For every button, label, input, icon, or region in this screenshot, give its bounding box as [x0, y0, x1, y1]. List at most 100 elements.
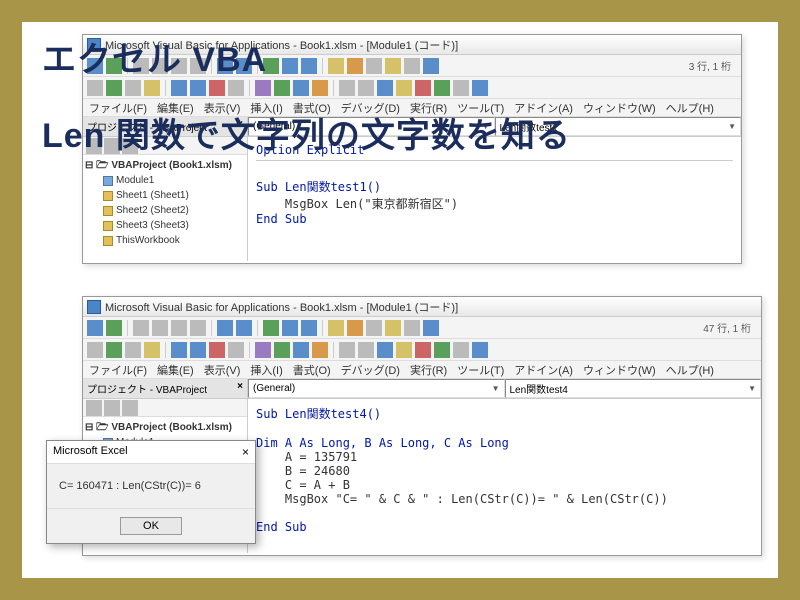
- tool-icon[interactable]: [190, 342, 206, 358]
- tool-icon[interactable]: [293, 342, 309, 358]
- tool-icon[interactable]: [472, 80, 488, 96]
- project-root[interactable]: VBAProject (Book1.xlsm): [111, 160, 232, 171]
- menu-run[interactable]: 実行(R): [410, 362, 447, 378]
- tool-icon[interactable]: [190, 80, 206, 96]
- tool-icon[interactable]: [339, 80, 355, 96]
- tool-icon[interactable]: [255, 342, 271, 358]
- design-icon[interactable]: [328, 320, 344, 336]
- project-root[interactable]: VBAProject (Book1.xlsm): [111, 422, 232, 433]
- tool-icon[interactable]: [228, 342, 244, 358]
- tree-item[interactable]: Module1: [116, 173, 154, 188]
- tool-icon[interactable]: [434, 80, 450, 96]
- tool-icon[interactable]: [274, 80, 290, 96]
- props-icon[interactable]: [366, 58, 382, 74]
- menu-debug[interactable]: デバッグ(D): [341, 362, 400, 378]
- object-dropdown[interactable]: (General)▼: [248, 379, 505, 398]
- toolbox-icon[interactable]: [404, 320, 420, 336]
- menu-format[interactable]: 書式(O): [293, 362, 331, 378]
- copy-icon[interactable]: [171, 320, 187, 336]
- tool-icon[interactable]: [106, 80, 122, 96]
- menu-tools[interactable]: ツール(T): [457, 362, 504, 378]
- sheet-icon: [103, 221, 113, 231]
- chevron-down-icon: ▼: [492, 384, 500, 393]
- menu-file[interactable]: ファイル(F): [89, 362, 147, 378]
- menu-edit[interactable]: 編集(E): [157, 362, 194, 378]
- tool-icon[interactable]: [358, 80, 374, 96]
- module-icon: [103, 176, 113, 186]
- tree-item[interactable]: Sheet1 (Sheet1): [116, 188, 189, 203]
- project-tree-1: ⊟ 🗁 VBAProject (Book1.xlsm) Module1 Shee…: [83, 155, 247, 251]
- help-icon[interactable]: [423, 58, 439, 74]
- tool-icon[interactable]: [358, 342, 374, 358]
- tool-icon[interactable]: [396, 342, 412, 358]
- help-icon[interactable]: [423, 320, 439, 336]
- tool-icon[interactable]: [144, 80, 160, 96]
- tool-icon[interactable]: [472, 342, 488, 358]
- tool-icon[interactable]: [255, 80, 271, 96]
- tree-item[interactable]: Sheet2 (Sheet2): [116, 203, 189, 218]
- menu-view[interactable]: 表示(V): [204, 362, 241, 378]
- tool-icon[interactable]: [377, 80, 393, 96]
- tool-icon[interactable]: [293, 80, 309, 96]
- tool-icon[interactable]: [87, 320, 103, 336]
- view-code-icon[interactable]: [86, 400, 102, 416]
- reset-icon[interactable]: [301, 58, 317, 74]
- message-box: Microsoft Excel × C= 160471 : Len(CStr(C…: [46, 440, 256, 544]
- tool-icon[interactable]: [171, 342, 187, 358]
- tool-icon[interactable]: [274, 342, 290, 358]
- tool-icon[interactable]: [228, 80, 244, 96]
- save-icon[interactable]: [133, 320, 149, 336]
- undo-icon[interactable]: [217, 320, 233, 336]
- tool-icon[interactable]: [106, 342, 122, 358]
- folder-icon[interactable]: [122, 400, 138, 416]
- paste-icon[interactable]: [190, 320, 206, 336]
- menu-window[interactable]: ウィンドウ(W): [583, 100, 656, 116]
- tool-icon[interactable]: [415, 80, 431, 96]
- tool-icon[interactable]: [87, 80, 103, 96]
- overlay-title-2: Len 関数で文字列の文字数を知る: [42, 108, 571, 157]
- code-editor-2[interactable]: Sub Len関数test4() Dim A As Long, B As Lon…: [248, 399, 761, 553]
- design-icon[interactable]: [328, 58, 344, 74]
- excel-icon[interactable]: [106, 320, 122, 336]
- project-icon[interactable]: [347, 320, 363, 336]
- close-icon[interactable]: ×: [242, 445, 249, 459]
- tool-icon[interactable]: [144, 342, 160, 358]
- tool-icon[interactable]: [453, 80, 469, 96]
- cut-icon[interactable]: [152, 320, 168, 336]
- run-icon[interactable]: [263, 320, 279, 336]
- object-icon[interactable]: [385, 58, 401, 74]
- reset-icon[interactable]: [301, 320, 317, 336]
- break-icon[interactable]: [282, 320, 298, 336]
- procedure-dropdown[interactable]: Len関数test4▼: [505, 379, 762, 398]
- menu-help[interactable]: ヘルプ(H): [666, 100, 714, 116]
- tool-icon[interactable]: [415, 342, 431, 358]
- ok-button[interactable]: OK: [120, 517, 182, 535]
- close-icon[interactable]: ×: [237, 381, 243, 396]
- menu-insert[interactable]: 挿入(I): [250, 362, 282, 378]
- menu-help[interactable]: ヘルプ(H): [666, 362, 714, 378]
- tool-icon[interactable]: [312, 80, 328, 96]
- tool-icon[interactable]: [434, 342, 450, 358]
- tool-icon[interactable]: [125, 80, 141, 96]
- tree-item[interactable]: ThisWorkbook: [116, 233, 180, 248]
- redo-icon[interactable]: [236, 320, 252, 336]
- menu-window[interactable]: ウィンドウ(W): [583, 362, 656, 378]
- break-icon[interactable]: [282, 58, 298, 74]
- project-icon[interactable]: [347, 58, 363, 74]
- tool-icon[interactable]: [377, 342, 393, 358]
- tool-icon[interactable]: [209, 342, 225, 358]
- toolbox-icon[interactable]: [404, 58, 420, 74]
- tool-icon[interactable]: [312, 342, 328, 358]
- menu-addins[interactable]: アドイン(A): [514, 362, 573, 378]
- object-icon[interactable]: [385, 320, 401, 336]
- props-icon[interactable]: [366, 320, 382, 336]
- tool-icon[interactable]: [396, 80, 412, 96]
- tool-icon[interactable]: [171, 80, 187, 96]
- tree-item[interactable]: Sheet3 (Sheet3): [116, 218, 189, 233]
- tool-icon[interactable]: [339, 342, 355, 358]
- tool-icon[interactable]: [209, 80, 225, 96]
- tool-icon[interactable]: [453, 342, 469, 358]
- tool-icon[interactable]: [87, 342, 103, 358]
- view-object-icon[interactable]: [104, 400, 120, 416]
- tool-icon[interactable]: [125, 342, 141, 358]
